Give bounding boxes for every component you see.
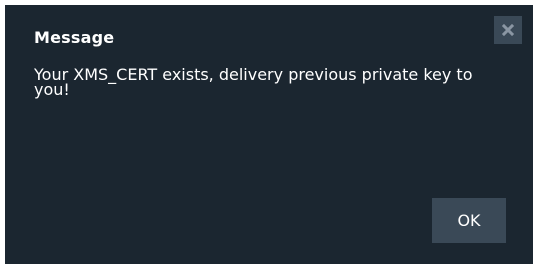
close-icon	[502, 24, 514, 36]
ok-button[interactable]: OK	[432, 198, 506, 243]
close-button[interactable]	[494, 16, 522, 44]
message-dialog: Message Your XMS_CERT exists, delivery p…	[5, 5, 533, 264]
dialog-message: Your XMS_CERT exists, delivery previous …	[34, 65, 473, 99]
dialog-title: Message	[34, 28, 115, 47]
